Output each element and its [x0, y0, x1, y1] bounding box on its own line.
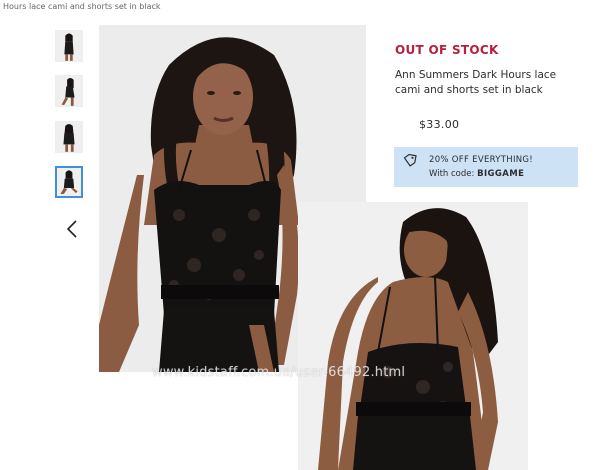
watermark-text: www.kidstaff.com.ua/user-66492.html: [152, 365, 406, 380]
thumbnail-2[interactable]: [55, 75, 83, 107]
thumbnail-image: [56, 76, 82, 106]
thumbnail-4[interactable]: [55, 166, 83, 198]
promo-headline: 20% OFF EVERYTHING!: [429, 155, 534, 165]
promo-code-prefix: With code:: [429, 169, 478, 179]
previous-image-button[interactable]: [62, 218, 82, 240]
promo-code-line: With code: BIGGAME: [429, 169, 524, 179]
stock-status: OUT OF STOCK: [395, 43, 499, 57]
promo-code: BIGGAME: [477, 169, 525, 179]
model-back-image: [298, 202, 528, 470]
thumbnail-image: [56, 122, 82, 152]
thumbnail-image: [57, 168, 81, 196]
product-price: $33.00: [419, 118, 460, 131]
product-title: Ann Summers Dark Hours lace cami and sho…: [395, 69, 557, 96]
thumbnail-1[interactable]: [55, 30, 83, 62]
chevron-left-icon: [67, 220, 77, 238]
breadcrumb: Hours lace cami and shorts set in black: [3, 2, 161, 11]
thumbnail-3[interactable]: [55, 121, 83, 153]
tag-icon: [403, 153, 419, 173]
thumbnail-strip: [52, 25, 98, 213]
promo-banner: 20% OFF EVERYTHING! With code: BIGGAME: [394, 147, 578, 187]
thumbnail-image: [56, 31, 82, 61]
secondary-product-image[interactable]: [298, 202, 528, 470]
